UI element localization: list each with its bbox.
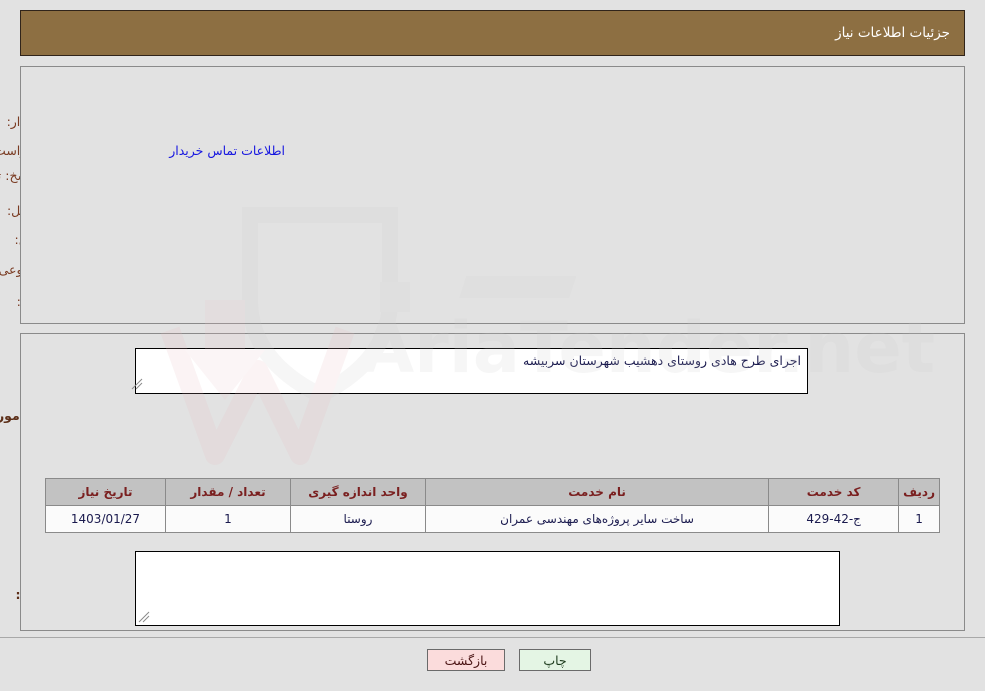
need-details-page: AriaTender.net جزئیات اطلاعات نیاز شماره… [0,0,985,691]
column-header-row-no: ردیف [898,478,940,506]
back-button[interactable]: بازگشت [427,649,505,671]
cell-service-name: ساخت سایر پروژه‌های مهندسی عمران [424,505,770,533]
page-title-bar: جزئیات اطلاعات نیاز [20,10,965,56]
cell-unit: روستا [290,505,426,533]
column-header-quantity: تعداد / مقدار [165,478,291,506]
column-header-service-code: کد خدمت [768,478,900,506]
table-row: 1 ج-42-429 ساخت سایر پروژه‌های مهندسی عم… [45,505,940,533]
table-header-row: ردیف کد خدمت نام خدمت واحد اندازه گیری ت… [45,478,940,506]
page-title: جزئیات اطلاعات نیاز [835,25,950,41]
need-description-textarea[interactable]: اجرای طرح هادی روستای دهشیب شهرستان سربی… [135,348,808,394]
column-header-unit: واحد اندازه گیری [290,478,426,506]
buyer-notes-textarea[interactable] [135,551,840,626]
cell-need-date: 1403/01/27 [45,505,166,533]
cell-row-no: 1 [898,505,940,533]
services-table: ردیف کد خدمت نام خدمت واحد اندازه گیری ت… [45,478,940,533]
column-header-service-name: نام خدمت [424,478,770,506]
footer-divider [0,637,985,638]
summary-panel [20,66,965,324]
buyer-contact-link[interactable]: اطلاعات تماس خریدار [169,143,285,158]
print-button[interactable]: چاپ [519,649,591,671]
cell-quantity: 1 [165,505,291,533]
column-header-need-date: تاریخ نیاز [45,478,166,506]
cell-service-code: ج-42-429 [768,505,900,533]
